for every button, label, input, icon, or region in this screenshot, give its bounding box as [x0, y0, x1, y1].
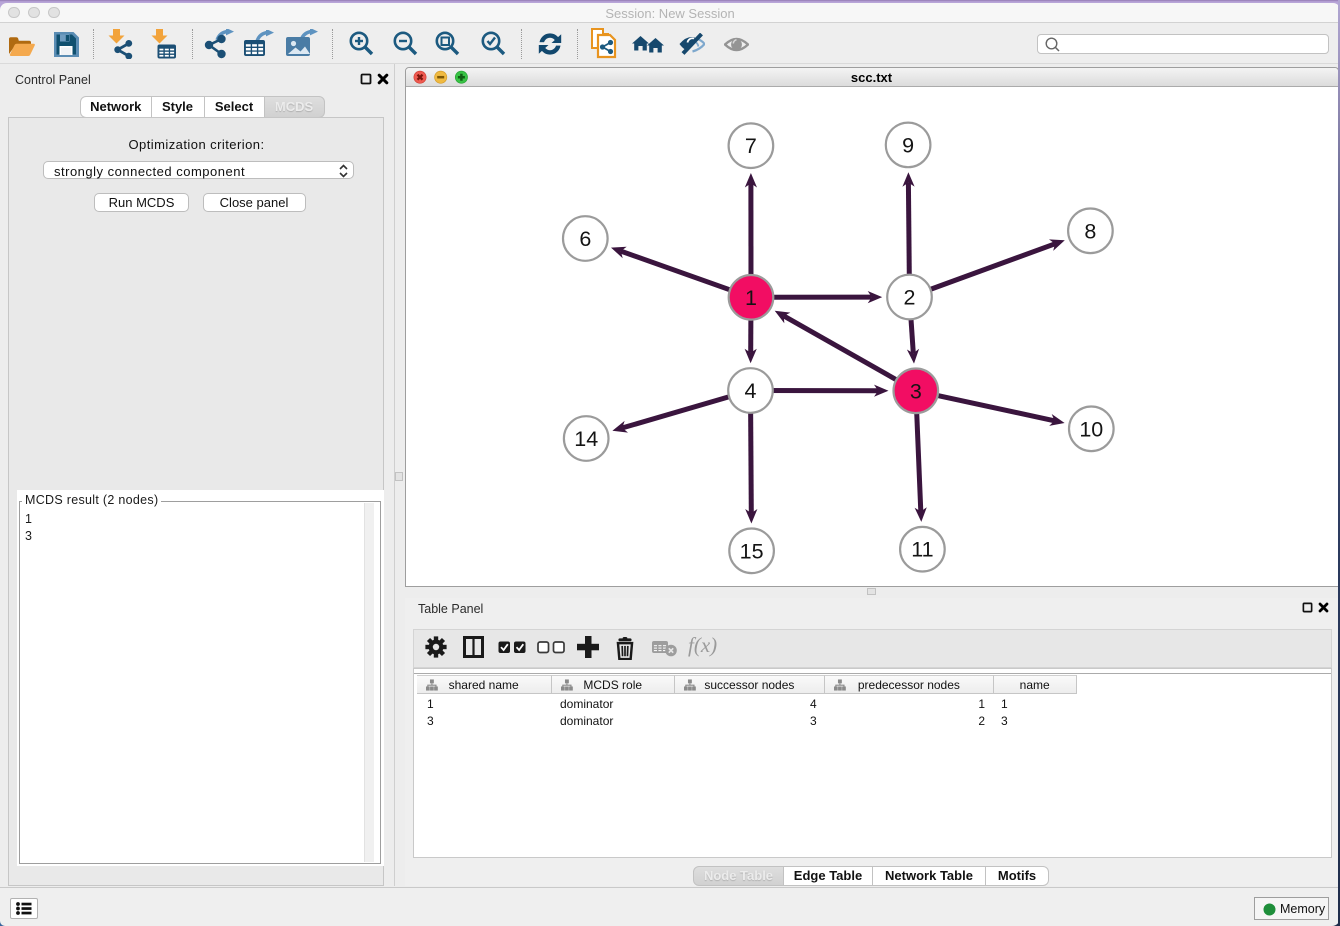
svg-text:1: 1 [745, 286, 757, 310]
svg-text:4: 4 [744, 379, 756, 403]
svg-text:11: 11 [911, 538, 933, 562]
svg-text:8: 8 [1084, 219, 1096, 243]
svg-text:9: 9 [902, 133, 914, 157]
svg-text:3: 3 [909, 379, 921, 403]
svg-text:14: 14 [574, 427, 598, 451]
svg-text:10: 10 [1079, 417, 1103, 441]
svg-text:15: 15 [739, 539, 763, 563]
svg-text:2: 2 [903, 286, 915, 310]
svg-text:6: 6 [579, 227, 591, 251]
svg-text:7: 7 [744, 134, 756, 158]
